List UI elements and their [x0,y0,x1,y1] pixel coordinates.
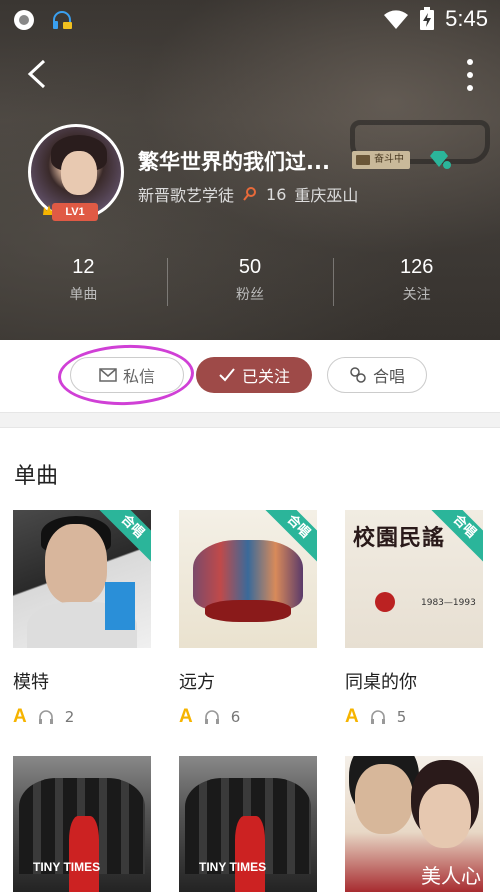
song-card[interactable]: 合唱 远方 A 6 [179,510,317,727]
user-meta: 新晋歌艺学徒 16 重庆巫山 [138,182,358,206]
book-icon [356,155,370,165]
song-cover: 合唱 [13,510,151,648]
cover-title: 校園民謠 [353,525,446,551]
back-button[interactable] [22,58,54,90]
song-card[interactable]: 校園民謠 1983—1993 合唱 同桌的你 A 5 [345,510,483,727]
song-card[interactable]: 合唱 模特 A 2 [13,510,151,727]
more-options-button[interactable] [460,58,480,92]
cover-label: TINY TIMES [33,860,101,874]
song-meta: A 5 [345,706,406,728]
stat-value: 50 [238,256,262,278]
level-badge: LV1 [52,203,98,221]
check-icon [219,368,235,382]
duet-button-label: 合唱 [372,367,405,386]
status-bar: 5:45 [0,0,500,42]
stat-value: 126 [399,256,434,278]
user-name: 繁华世界的我们过... [138,150,330,174]
stats-row: 12 单曲 50 粉丝 126 关注 [0,252,500,316]
followed-button-label: 已关注 [241,367,290,386]
user-title: 新晋歌艺学徒 [138,186,235,205]
song-title: 远方 [179,672,215,693]
avatar-face [61,151,97,195]
section-divider [0,412,500,428]
status-tag-label: 奋斗中 [374,154,404,165]
song-cover: 合唱 [179,510,317,648]
song-cover: TINY TIMES [179,756,317,892]
profile-screen: 5:45 LV1 繁华世界的我们过... 奋斗中 新晋歌艺学徒 16 重庆巫山 … [0,0,500,892]
stat-label: 粉丝 [236,287,264,303]
song-meta: A 2 [13,706,74,728]
status-tag: 奋斗中 [352,151,410,169]
song-card[interactable]: TINY TIMES [179,756,317,892]
wifi-icon [384,10,409,29]
song-title: 模特 [13,672,49,693]
stat-songs[interactable]: 12 单曲 [0,252,167,316]
section-title: 单曲 [14,464,59,489]
listen-count: 6 [230,708,241,726]
song-cover: 校園民謠 1983—1993 合唱 [345,510,483,648]
headphones-notification-icon [53,11,72,29]
song-card[interactable]: TINY TIMES [13,756,151,892]
song-cover: TINY TIMES [13,756,151,892]
headphones-icon [38,710,53,724]
listen-count: 2 [64,708,75,726]
song-title: 同桌的你 [345,672,417,693]
stat-label: 关注 [402,287,431,303]
battery-charging-icon [420,7,435,30]
duet-button[interactable]: 合唱 [327,357,427,393]
song-cover: 美人心计 [345,756,483,892]
cover-label: TINY TIMES [199,860,267,874]
song-card[interactable]: 美人心计 [345,756,483,892]
grade-a-icon: A [13,706,27,727]
grade-a-icon: A [345,706,359,727]
app-notification-icon [14,10,34,30]
stat-fans[interactable]: 50 粉丝 [166,252,334,316]
grade-a-icon: A [179,706,193,727]
song-meta: A 6 [179,706,240,728]
diamond-icon [430,151,451,169]
user-location: 重庆巫山 [294,186,359,205]
headphones-icon [204,710,219,724]
cover-years: 1983—1993 [421,598,476,608]
headphones-icon [370,710,385,724]
clock: 5:45 [445,6,488,31]
user-points: 16 [266,184,287,204]
stat-value: 12 [72,256,95,278]
duet-icon [350,367,366,383]
stat-label: 单曲 [69,287,98,303]
stat-following[interactable]: 126 关注 [333,252,500,316]
cover-text: 美人心计 [421,864,481,888]
pin-icon [243,187,257,201]
listen-count: 5 [396,708,407,726]
followed-button[interactable]: 已关注 [196,357,312,393]
